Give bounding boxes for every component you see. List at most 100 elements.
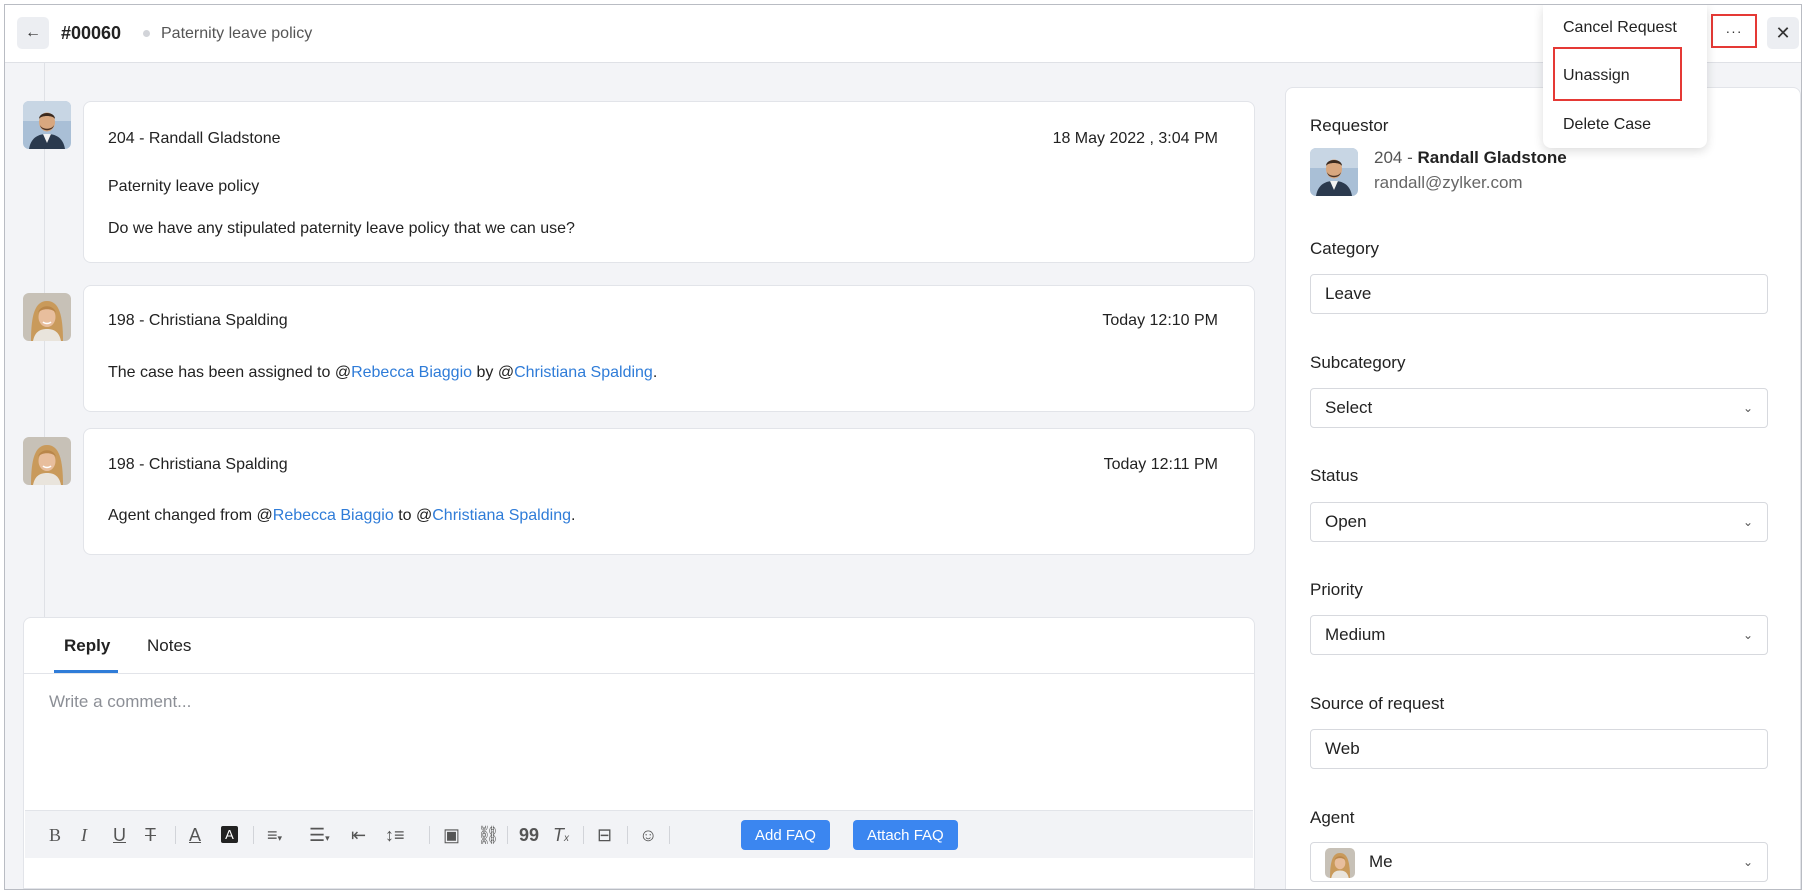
toolbar-divider — [669, 826, 670, 844]
body-text: by @ — [472, 364, 515, 381]
message-body: Agent changed from @Rebecca Biaggio to @… — [108, 507, 575, 525]
case-detail-window: ← #00060 Paternity leave policy ··· ✕ Ca… — [4, 4, 1802, 890]
reply-tabs: Reply Notes — [24, 618, 1254, 674]
case-properties-panel: Requestor 204 - Randall Gladstone randal… — [1285, 87, 1801, 889]
comment-input[interactable] — [25, 678, 1253, 810]
strikethrough-icon[interactable]: T — [145, 825, 156, 845]
requestor-avatar — [1310, 148, 1358, 196]
quote-icon[interactable]: 99 — [519, 825, 539, 845]
add-faq-button[interactable]: Add FAQ — [741, 820, 830, 850]
font-color-icon[interactable]: A — [189, 825, 201, 845]
image-icon[interactable]: ▣ — [443, 825, 460, 845]
mention-link[interactable]: Rebecca Biaggio — [273, 507, 394, 524]
agent-avatar — [1325, 848, 1355, 878]
tab-notes[interactable]: Notes — [147, 636, 191, 656]
header-bar: ← #00060 Paternity leave policy ··· ✕ — [5, 5, 1801, 63]
chevron-down-icon: ⌄ — [1742, 401, 1753, 415]
priority-value: Medium — [1325, 625, 1386, 644]
toolbar-divider — [507, 826, 508, 844]
body-text: to @ — [393, 507, 433, 524]
italic-icon[interactable]: I — [81, 825, 87, 845]
source-field[interactable]: Web — [1310, 729, 1768, 769]
arrow-left-icon: ← — [25, 24, 41, 41]
separator-dot — [143, 30, 150, 37]
message-subject: Paternity leave policy — [108, 178, 260, 195]
more-options-button[interactable]: ··· — [1711, 14, 1757, 48]
attach-faq-button[interactable]: Attach FAQ — [853, 820, 958, 850]
agent-label: Agent — [1310, 808, 1355, 827]
body-text: Agent changed from @ — [108, 507, 273, 524]
message-card: 198 - Christiana Spalding Today 12:11 PM… — [83, 428, 1255, 555]
close-icon: ✕ — [1775, 22, 1791, 43]
align-icon[interactable]: ≡▾ — [267, 825, 282, 848]
message-author: 198 - Christiana Spalding — [108, 456, 288, 473]
mention-link[interactable]: Christiana Spalding — [432, 507, 571, 524]
page-break-icon[interactable]: ⊟ — [597, 825, 612, 845]
status-select[interactable]: Open ⌄ — [1310, 502, 1768, 542]
status-value: Open — [1325, 512, 1367, 531]
message-card: 198 - Christiana Spalding Today 12:10 PM… — [83, 285, 1255, 412]
toolbar-divider — [429, 826, 430, 844]
toolbar-divider — [253, 826, 254, 844]
mention-link[interactable]: Rebecca Biaggio — [351, 364, 472, 381]
indent-icon[interactable]: ⇤ — [351, 825, 366, 845]
line-height-icon[interactable]: ↕≡ — [385, 825, 405, 845]
priority-select[interactable]: Medium ⌄ — [1310, 615, 1768, 655]
active-tab-indicator — [54, 670, 118, 673]
formatting-toolbar: B I U T A A ≡▾ ☰▾ ⇤ ↕≡ ▣ ⛓ 99 Tx ⊟ ☺ Add… — [25, 810, 1253, 858]
message-body: The case has been assigned to @Rebecca B… — [108, 364, 657, 382]
case-id: #00060 — [61, 23, 122, 43]
requestor-id: 204 - — [1374, 148, 1418, 167]
menu-item-cancel-request[interactable]: Cancel Request — [1563, 19, 1677, 37]
chevron-down-icon: ⌄ — [1742, 855, 1753, 869]
requestor-label: Requestor — [1310, 116, 1389, 135]
clear-format-icon[interactable]: Tx — [553, 825, 569, 849]
menu-item-delete-case[interactable]: Delete Case — [1563, 116, 1651, 134]
avatar-christiana — [23, 437, 71, 485]
case-title: Paternity leave policy — [161, 25, 313, 42]
toolbar-divider — [627, 826, 628, 844]
requestor-email: randall@zylker.com — [1374, 173, 1523, 192]
toolbar-divider — [583, 826, 584, 844]
more-horizontal-icon: ··· — [1725, 23, 1743, 39]
menu-item-unassign[interactable]: Unassign — [1563, 67, 1630, 85]
source-label: Source of request — [1310, 694, 1445, 713]
status-label: Status — [1310, 466, 1359, 485]
agent-select[interactable]: Me ⌄ — [1310, 842, 1768, 882]
requestor-full-name: Randall Gladstone — [1417, 148, 1567, 167]
more-options-menu: Cancel Request Unassign Delete Case — [1543, 5, 1707, 148]
message-time: Today 12:10 PM — [1102, 312, 1218, 329]
tab-reply[interactable]: Reply — [64, 636, 110, 656]
underline-icon[interactable]: U — [113, 825, 126, 845]
close-button[interactable]: ✕ — [1767, 17, 1799, 49]
category-field[interactable]: Leave — [1310, 274, 1768, 314]
requestor-name: 204 - Randall Gladstone — [1374, 148, 1567, 168]
subcategory-select[interactable]: Select ⌄ — [1310, 388, 1768, 428]
message-time: Today 12:11 PM — [1103, 456, 1218, 473]
link-icon[interactable]: ⛓ — [477, 825, 500, 845]
body-text: . — [652, 364, 658, 381]
background-color-icon[interactable]: A — [221, 826, 238, 843]
priority-label: Priority — [1310, 580, 1363, 599]
body-text: . — [570, 507, 576, 524]
bullet-list-icon[interactable]: ☰▾ — [309, 825, 330, 848]
message-card: 204 - Randall Gladstone 18 May 2022 , 3:… — [83, 101, 1255, 263]
mention-link[interactable]: Christiana Spalding — [514, 364, 653, 381]
message-author: 198 - Christiana Spalding — [108, 312, 288, 329]
chevron-down-icon: ⌄ — [1742, 628, 1753, 642]
message-body: Do we have any stipulated paternity leav… — [108, 220, 575, 237]
avatar-randall — [23, 101, 71, 149]
subcategory-value: Select — [1325, 398, 1373, 417]
chevron-down-icon: ⌄ — [1742, 515, 1753, 529]
agent-value: Me — [1369, 852, 1393, 871]
emoji-icon[interactable]: ☺ — [639, 825, 657, 845]
toolbar-divider — [175, 826, 176, 844]
subcategory-label: Subcategory — [1310, 353, 1406, 372]
source-value: Web — [1325, 739, 1360, 758]
bold-icon[interactable]: B — [49, 825, 61, 845]
avatar-christiana — [23, 293, 71, 341]
body-text: The case has been assigned to @ — [108, 364, 352, 381]
back-button[interactable]: ← — [17, 17, 49, 49]
message-time: 18 May 2022 , 3:04 PM — [1052, 130, 1218, 147]
category-label: Category — [1310, 239, 1379, 258]
